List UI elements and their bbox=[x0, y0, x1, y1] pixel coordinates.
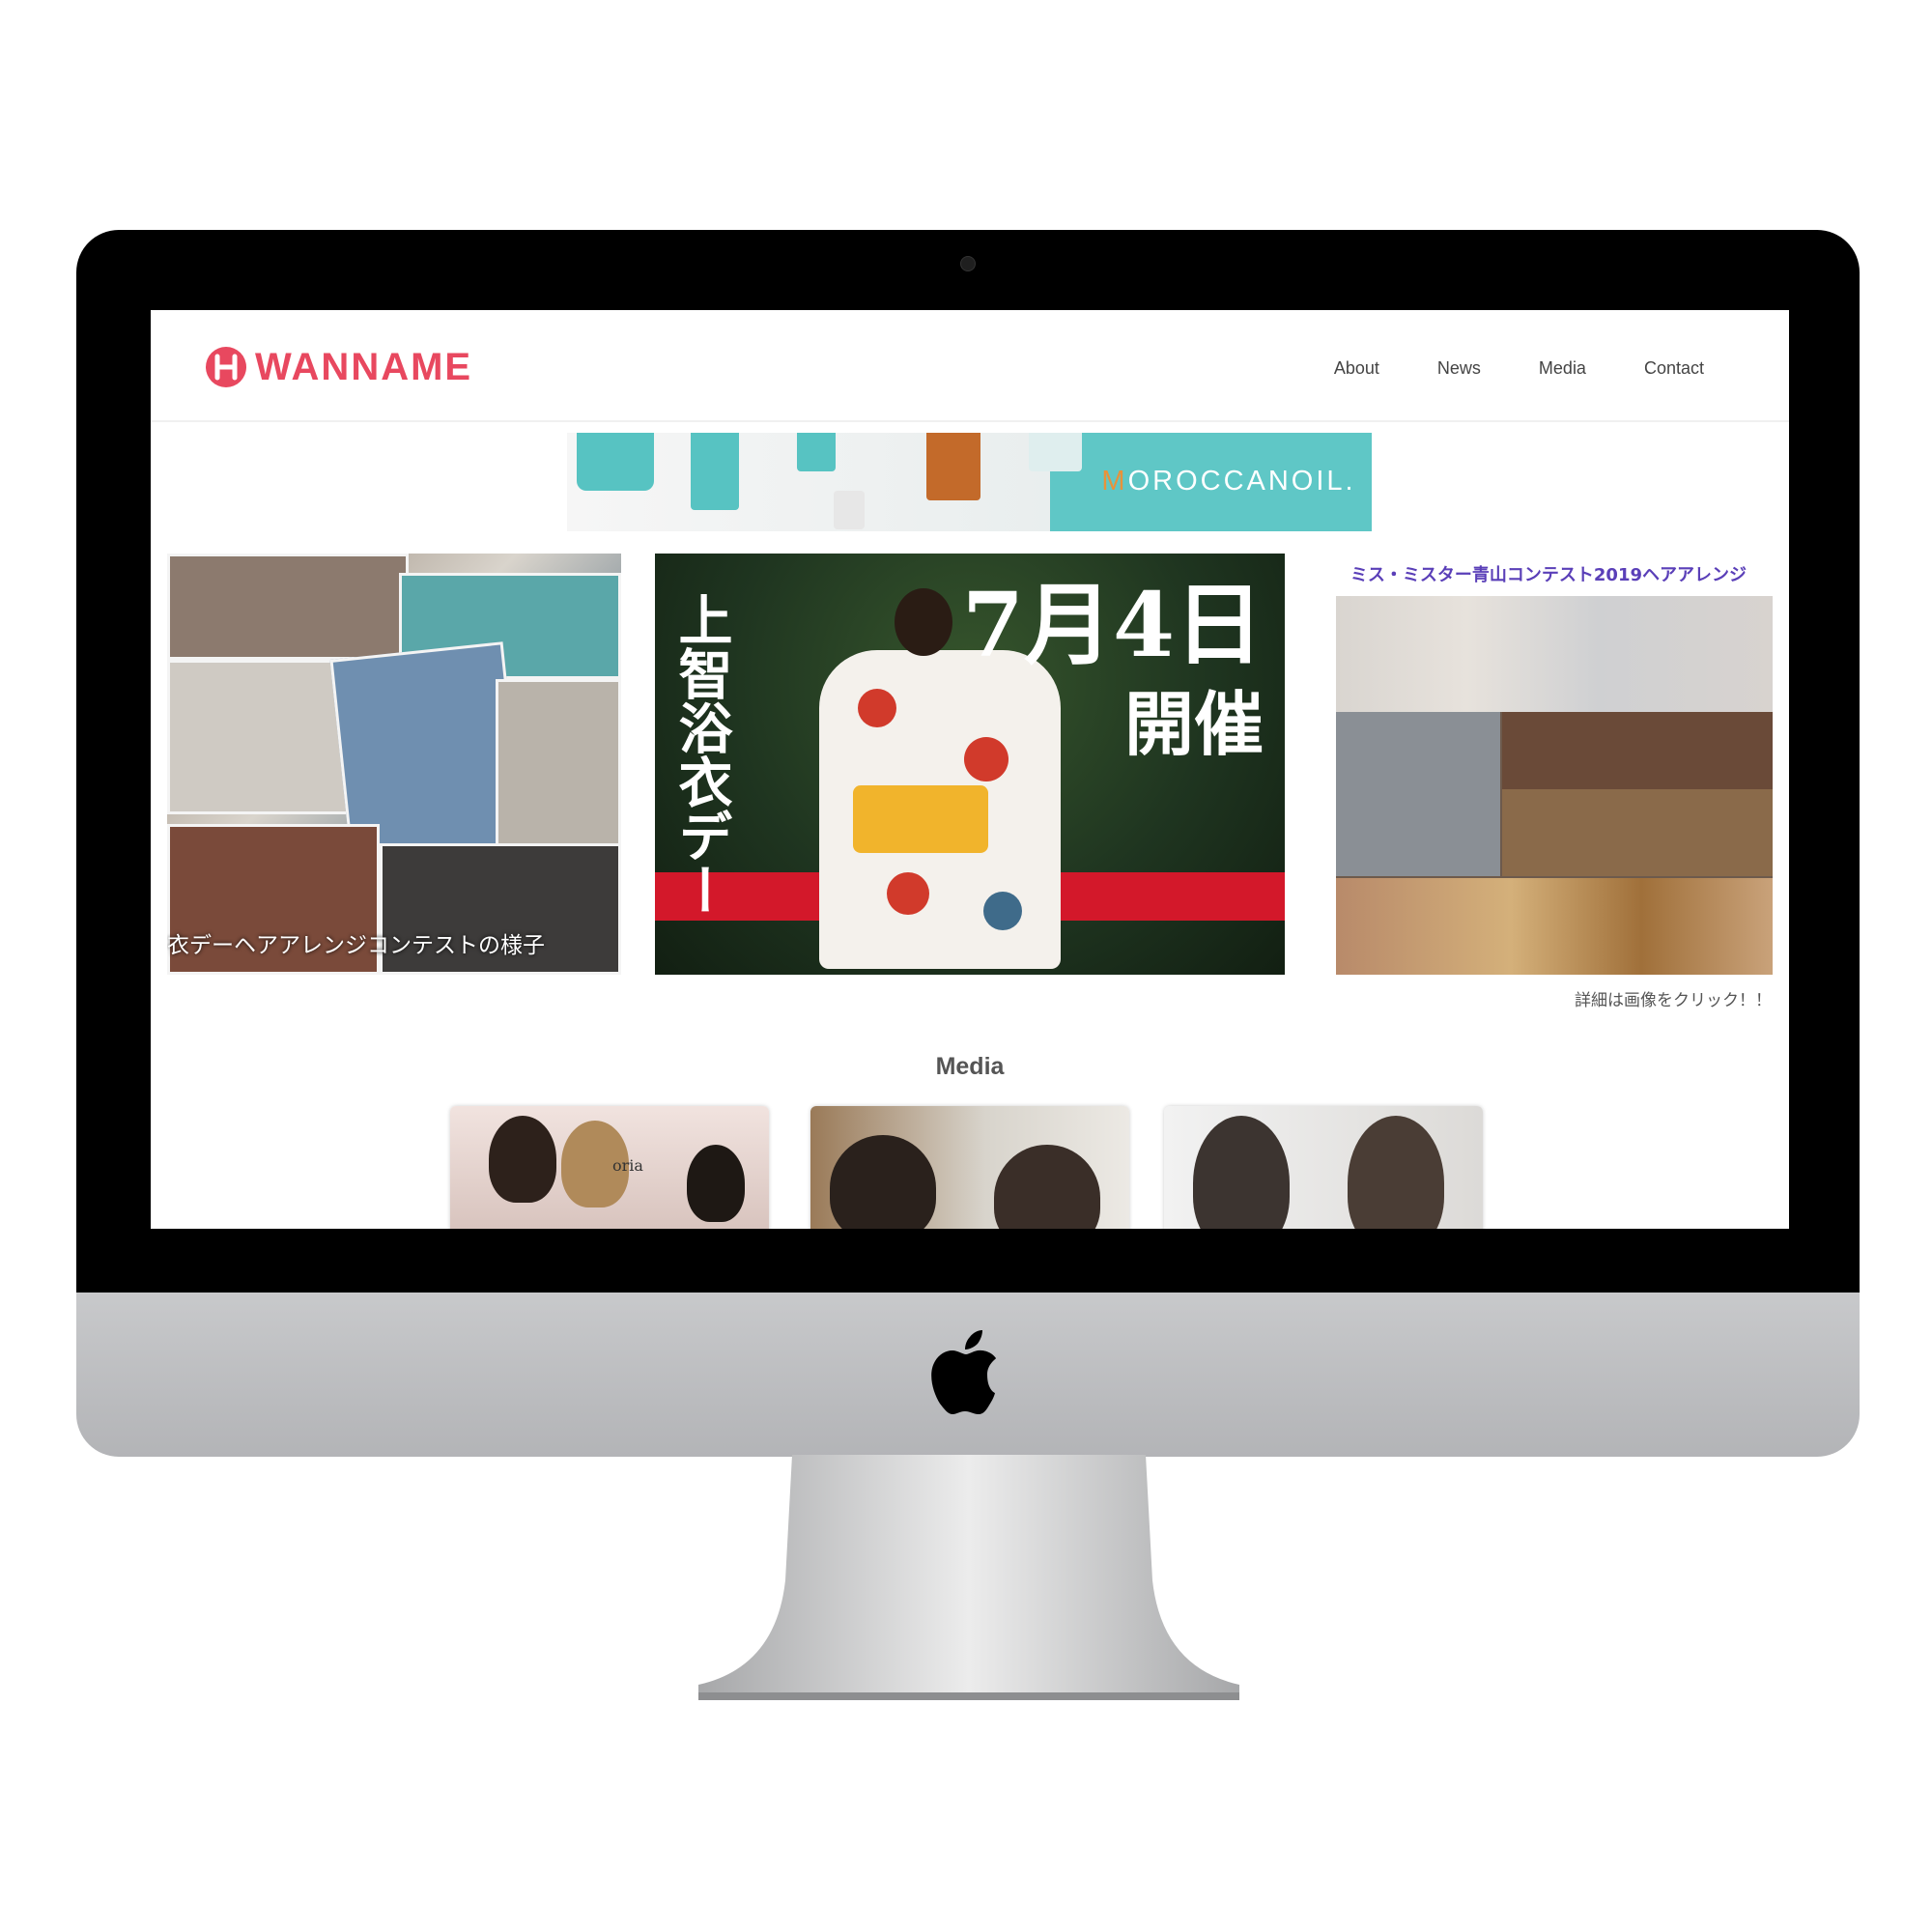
apple-logo-icon bbox=[931, 1330, 996, 1414]
portrait-grid bbox=[1336, 596, 1773, 712]
media-card[interactable] bbox=[810, 1106, 1129, 1229]
aoyama-contest-tile[interactable] bbox=[1336, 596, 1773, 975]
logo-text: WANNAME bbox=[255, 345, 473, 388]
product-oil-bottle bbox=[926, 433, 980, 500]
nav-media[interactable]: Media bbox=[1539, 358, 1586, 379]
collage-photo bbox=[496, 679, 621, 853]
person-photo bbox=[489, 1116, 556, 1203]
tile-caption: 衣デーヘアアレンジコンテストの様子 bbox=[167, 933, 545, 958]
site-header: WANNAME About News Media Contact bbox=[151, 310, 1789, 422]
logo-icon bbox=[206, 347, 246, 387]
product-bottle bbox=[797, 433, 836, 471]
media-card[interactable] bbox=[1164, 1106, 1483, 1229]
product-jar bbox=[1029, 433, 1082, 471]
product-jar bbox=[577, 433, 654, 491]
banner-brand: MOROCCANOIL. bbox=[1101, 466, 1356, 497]
yukata-day-tile[interactable]: 上智浴衣デー 7月4日 開催 bbox=[655, 554, 1285, 975]
nav-about[interactable]: About bbox=[1334, 358, 1379, 379]
website-screen: WANNAME About News Media Contact MOROCCA… bbox=[151, 310, 1789, 1229]
nav-contact[interactable]: Contact bbox=[1644, 358, 1704, 379]
nav-news[interactable]: News bbox=[1437, 358, 1481, 379]
contest-link-title[interactable]: ミス・ミスター青山コンテスト2019ヘアアレンジ bbox=[1321, 561, 1747, 586]
salon-sign-text: oria bbox=[612, 1156, 643, 1175]
person-photo bbox=[687, 1145, 745, 1222]
event-held: 開催 bbox=[1123, 683, 1264, 765]
moroccanoil-banner[interactable]: MOROCCANOIL. bbox=[567, 433, 1372, 531]
collage-photo bbox=[167, 554, 409, 660]
group-photo bbox=[1336, 878, 1773, 975]
stage-photo bbox=[1502, 712, 1773, 789]
click-note: 詳細は画像をクリック！！ bbox=[1575, 991, 1772, 1010]
camera-icon bbox=[960, 256, 976, 271]
hair-photo bbox=[1193, 1116, 1290, 1229]
main-nav: About News Media Contact bbox=[1334, 358, 1704, 379]
person-photo bbox=[994, 1145, 1100, 1229]
event-date: 7月4日 bbox=[961, 573, 1264, 677]
product-bottle bbox=[834, 491, 865, 529]
media-card[interactable]: oria bbox=[450, 1106, 769, 1229]
product-bottle bbox=[691, 433, 739, 510]
media-section-title: Media bbox=[935, 1053, 1005, 1080]
vertical-title: 上智浴衣デー bbox=[669, 592, 733, 917]
head-figure bbox=[895, 588, 952, 656]
person-photo bbox=[830, 1135, 936, 1229]
obi bbox=[853, 785, 988, 853]
contest-photo-tile[interactable]: 衣デーヘアアレンジコンテストの様子 bbox=[167, 554, 621, 975]
site-logo[interactable]: WANNAME bbox=[205, 345, 472, 389]
imac-stand bbox=[698, 1455, 1239, 1700]
stage-photo bbox=[1336, 712, 1500, 876]
hair-photo bbox=[1348, 1116, 1444, 1229]
stage-photo bbox=[1502, 789, 1773, 876]
